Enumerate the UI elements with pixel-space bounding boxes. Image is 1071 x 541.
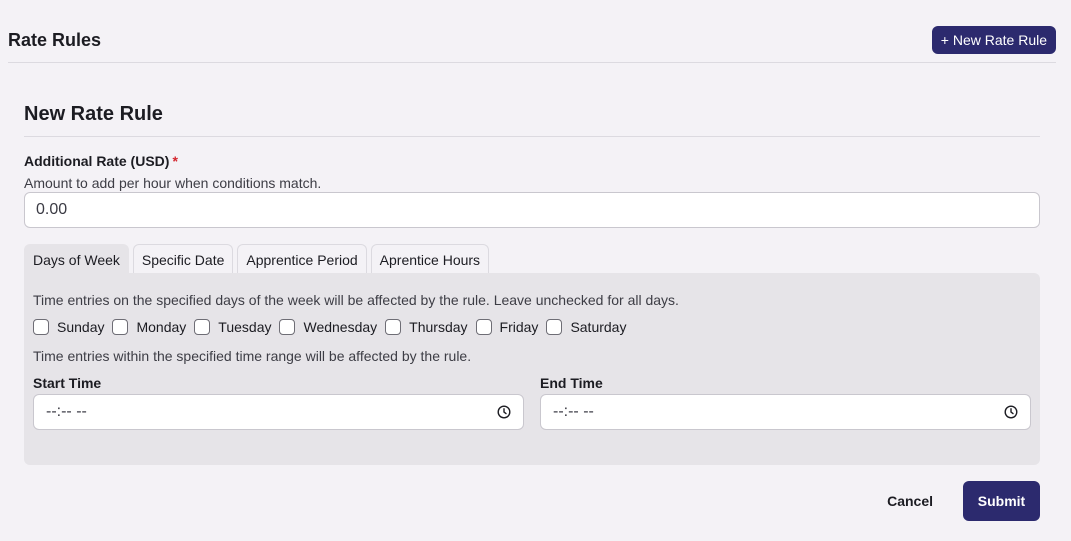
form-actions: Cancel Submit — [881, 481, 1040, 521]
day-option-wednesday[interactable]: Wednesday — [279, 319, 377, 335]
tab-apprentice-hours[interactable]: Aprentice Hours — [370, 244, 490, 274]
new-rate-rule-form: New Rate Rule Additional Rate (USD) * Amo… — [24, 103, 1040, 521]
day-label: Friday — [499, 319, 539, 335]
checkbox-monday[interactable] — [112, 319, 129, 335]
day-label: Tuesday — [218, 319, 272, 335]
day-option-monday[interactable]: Monday — [112, 319, 186, 335]
checkbox-sunday[interactable] — [33, 319, 49, 335]
page-header: Rate Rules + New Rate Rule — [8, 26, 1056, 63]
rate-field-label-text: Additional Rate (USD) — [24, 153, 170, 169]
tab-days-of-week[interactable]: Days of Week — [24, 244, 129, 274]
form-title: New Rate Rule — [24, 103, 1040, 137]
tab-apprentice-period[interactable]: Apprentice Period — [237, 244, 367, 274]
day-option-tuesday[interactable]: Tuesday — [194, 319, 271, 335]
submit-button[interactable]: Submit — [963, 481, 1040, 521]
checkbox-thursday[interactable] — [385, 319, 402, 335]
clock-icon[interactable] — [497, 405, 511, 419]
cancel-button[interactable]: Cancel — [881, 492, 939, 510]
days-checkbox-group: Sunday Monday Tuesday Wednesday Thursday… — [33, 319, 634, 335]
end-time-value: --:-- -- — [553, 403, 594, 420]
day-label: Wednesday — [303, 319, 378, 335]
day-option-saturday[interactable]: Saturday — [546, 319, 626, 335]
new-rate-rule-button[interactable]: + New Rate Rule — [931, 26, 1056, 54]
checkbox-friday[interactable] — [475, 319, 492, 335]
day-label: Monday — [136, 319, 187, 335]
day-option-friday[interactable]: Friday — [475, 319, 539, 335]
page-title: Rate Rules — [8, 30, 102, 50]
day-option-sunday[interactable]: Sunday — [33, 319, 104, 335]
clock-icon[interactable] — [1004, 405, 1018, 419]
days-description: Time entries on the specified days of th… — [33, 292, 679, 308]
start-time-value: --:-- -- — [46, 403, 87, 420]
checkbox-wednesday[interactable] — [279, 319, 296, 335]
time-range-description: Time entries within the specified time r… — [33, 348, 472, 364]
day-option-thursday[interactable]: Thursday — [385, 319, 468, 335]
checkbox-saturday[interactable] — [546, 319, 563, 335]
day-label: Saturday — [570, 319, 627, 335]
checkbox-tuesday[interactable] — [194, 319, 211, 335]
day-label: Thursday — [409, 319, 468, 335]
additional-rate-input[interactable] — [24, 192, 1040, 228]
end-time-input[interactable]: --:-- -- — [540, 394, 1031, 430]
required-marker: * — [172, 153, 178, 169]
rate-field-help: Amount to add per hour when conditions m… — [24, 175, 322, 191]
day-label: Sunday — [57, 319, 105, 335]
rate-field-label: Additional Rate (USD) * — [24, 153, 178, 169]
rule-tabs: Days of Week Specific Date Apprentice Pe… — [24, 244, 490, 274]
end-time-label: End Time — [540, 375, 603, 391]
tab-specific-date[interactable]: Specific Date — [132, 244, 234, 274]
days-of-week-panel: Time entries on the specified days of th… — [24, 273, 1040, 465]
start-time-label: Start Time — [33, 375, 102, 391]
start-time-input[interactable]: --:-- -- — [33, 394, 524, 430]
